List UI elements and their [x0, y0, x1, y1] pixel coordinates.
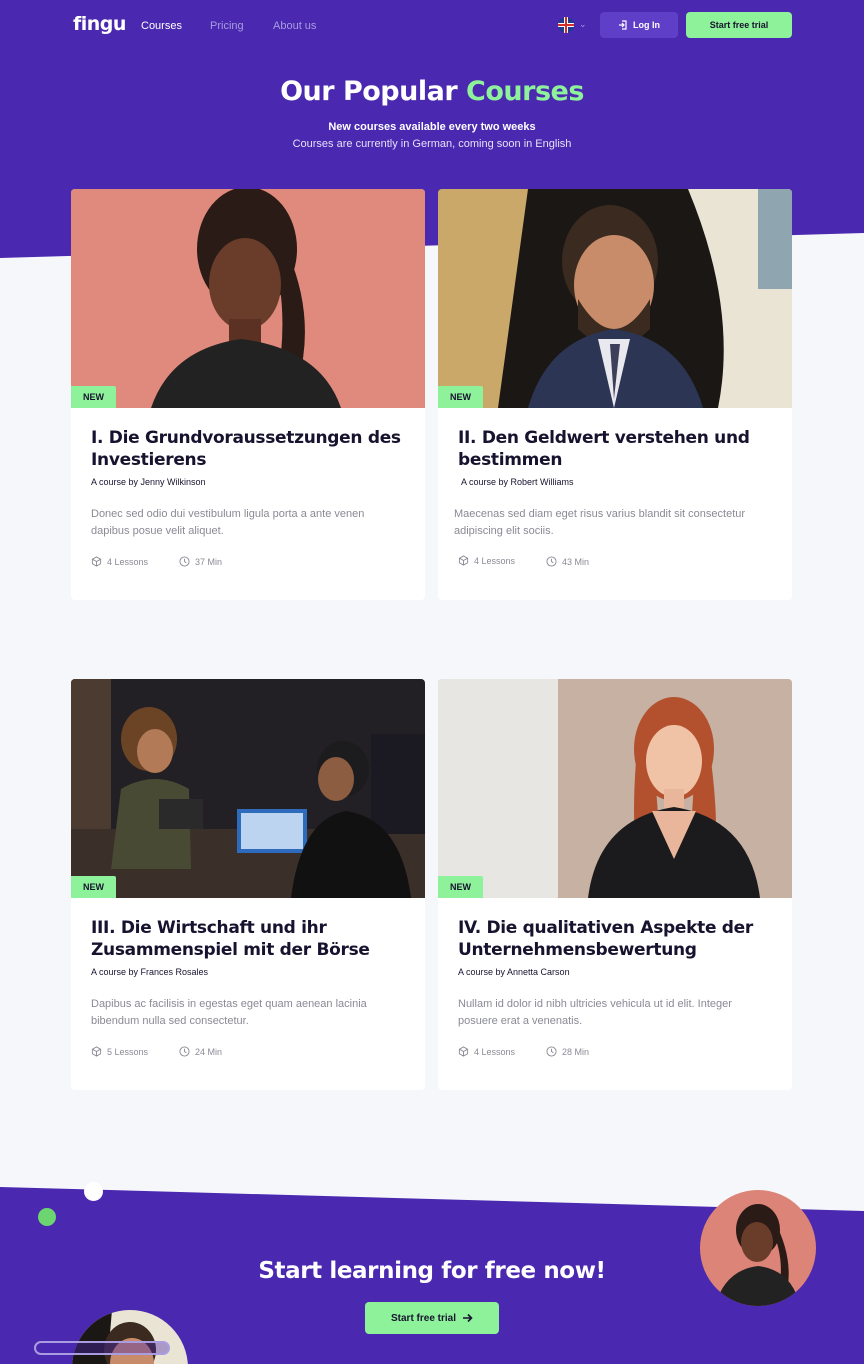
clock-icon — [546, 556, 557, 567]
lessons-label: 4 Lessons — [474, 1046, 516, 1057]
avatar — [700, 1190, 816, 1306]
course-duration: 37 Min — [179, 556, 222, 567]
lesson-count: 4 Lessons — [91, 556, 148, 567]
top-navigation: fingu Courses Pricing About us ⌄ Log In … — [0, 0, 864, 52]
lesson-count: 4 Lessons — [458, 1046, 515, 1057]
course-image: NEW — [71, 189, 425, 408]
course-description: Dapibus ac facilisis in egestas eget qua… — [91, 998, 367, 1027]
cta-start-trial-button[interactable]: Start free trial — [365, 1302, 499, 1334]
cube-icon — [458, 1046, 469, 1057]
duration-label: 37 Min — [195, 556, 223, 567]
page-title: Our Popular Courses — [0, 76, 864, 107]
course-author: A course by Annetta Carson — [458, 967, 570, 977]
nav-link-courses[interactable]: Courses — [141, 20, 182, 32]
title-main: Our Popular — [280, 76, 467, 107]
cube-icon — [458, 555, 469, 566]
course-title[interactable]: III. Die Wirtschaft und ihr Zusammenspie… — [91, 917, 411, 961]
new-badge: NEW — [71, 876, 116, 898]
clock-icon — [546, 1046, 557, 1057]
lessons-label: 5 Lessons — [107, 1046, 149, 1057]
course-author: A course by Frances Rosales — [91, 967, 209, 977]
hero-subtitle-bold: New courses available every two weeks — [328, 121, 536, 133]
course-image: NEW — [71, 679, 425, 898]
clock-icon — [179, 556, 190, 567]
cta-button-label: Start free trial — [390, 1312, 457, 1324]
course-duration: 28 Min — [546, 1046, 589, 1057]
duration-label: 43 Min — [562, 556, 590, 567]
course-author: A course by Robert Williams — [461, 477, 574, 487]
hero-subtitle: Courses are currently in German, coming … — [292, 138, 572, 150]
start-trial-button[interactable]: Start free trial — [686, 12, 792, 38]
lesson-count: 5 Lessons — [91, 1046, 148, 1057]
new-badge: NEW — [71, 386, 116, 408]
login-icon — [619, 20, 627, 30]
cta-title: Start learning for free now! — [258, 1258, 606, 1284]
uk-flag-icon — [558, 17, 574, 33]
nav-link-pricing[interactable]: Pricing — [210, 20, 244, 32]
course-image: NEW — [438, 679, 792, 898]
scroll-indicator[interactable] — [34, 1341, 170, 1355]
course-description: Nullam id dolor id nibh ultricies vehicu… — [458, 998, 732, 1027]
lesson-count: 4 Lessons — [458, 555, 515, 566]
duration-label: 24 Min — [195, 1046, 223, 1057]
course-card[interactable]: NEW II. Den Geldwert verstehen und besti… — [438, 189, 792, 600]
course-card[interactable]: NEW III. Die Wirtschaft und ihr Zusammen… — [71, 679, 425, 1090]
cube-icon — [91, 1046, 102, 1057]
new-badge: NEW — [438, 386, 483, 408]
new-badge: NEW — [438, 876, 483, 898]
course-title[interactable]: IV. Die qualitativen Aspekte der Unterne… — [458, 917, 778, 961]
login-label: Log In — [633, 20, 660, 30]
course-title[interactable]: II. Den Geldwert verstehen und bestimmen — [458, 427, 778, 471]
course-card[interactable]: NEW I. Die Grundvoraussetzungen des Inve… — [71, 189, 425, 600]
course-description: Donec sed odio dui vestibulum ligula por… — [91, 508, 365, 537]
clock-icon — [179, 1046, 190, 1057]
decorative-dot — [84, 1182, 103, 1201]
duration-label: 28 Min — [562, 1046, 590, 1057]
course-duration: 43 Min — [546, 556, 589, 567]
course-author: A course by Jenny Wilkinson — [91, 477, 206, 487]
course-image: NEW — [438, 189, 792, 408]
lessons-label: 4 Lessons — [107, 556, 149, 567]
course-description: Maecenas sed diam eget risus varius blan… — [454, 508, 746, 537]
nav-link-about-us[interactable]: About us — [273, 20, 316, 32]
language-selector[interactable]: ⌄ — [558, 17, 588, 33]
decorative-dot — [38, 1208, 56, 1226]
lessons-label: 4 Lessons — [474, 555, 516, 566]
chevron-down-icon: ⌄ — [579, 19, 587, 29]
course-duration: 24 Min — [179, 1046, 222, 1057]
cube-icon — [91, 556, 102, 567]
arrow-right-icon — [463, 1313, 473, 1323]
title-accent: Courses — [466, 76, 584, 107]
course-card[interactable]: NEW IV. Die qualitativen Aspekte der Unt… — [438, 679, 792, 1090]
fingu-logo[interactable]: fingu — [71, 12, 126, 38]
login-button[interactable]: Log In — [600, 12, 678, 38]
course-title[interactable]: I. Die Grundvoraussetzungen des Investie… — [91, 427, 411, 471]
